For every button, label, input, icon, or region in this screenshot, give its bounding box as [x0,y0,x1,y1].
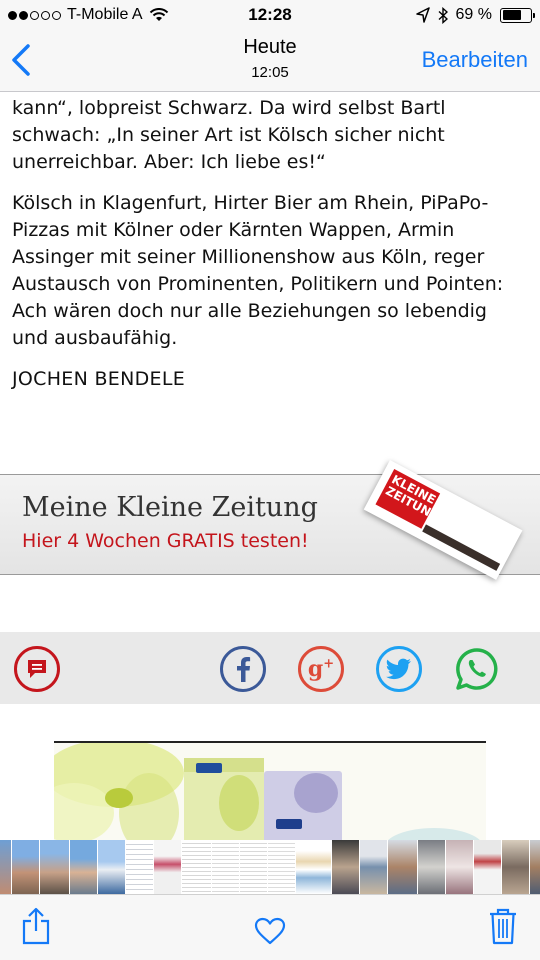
bluetooth-icon [438,6,448,24]
article-author: JOCHEN BENDELE [12,368,186,390]
photo-thumbnail-strip [0,840,540,894]
ad-image [54,743,486,841]
status-bar: T-Mobile A 12:28 69 % [0,0,540,30]
share-icon[interactable] [22,907,50,945]
navigation-bar: Heute 12:05 Bearbeiten [0,30,540,92]
article-content: kann“, lobpreist Schwarz. Da wird selbst… [0,92,540,474]
google-plus-glyph: g+ [307,656,335,682]
edit-button[interactable]: Bearbeiten [422,47,528,73]
promo-subtitle: Hier 4 Wochen GRATIS testen! [22,530,309,552]
photo-thumbnail[interactable] [0,840,12,894]
photo-thumbnail[interactable] [332,840,360,894]
share-bar: g+ [0,632,540,704]
photo-thumbnail[interactable] [360,840,388,894]
photo-thumbnail[interactable] [212,840,240,894]
whatsapp-icon[interactable] [454,646,500,692]
bottom-toolbar [0,894,540,960]
signal-strength-icon [8,10,61,20]
photo-thumbnail[interactable] [240,840,268,894]
google-plus-icon[interactable]: g+ [298,646,344,692]
promo-title: Meine Kleine Zeitung [22,492,318,523]
photo-thumbnail[interactable] [296,840,332,894]
photo-thumbnail[interactable] [530,840,540,894]
photo-thumbnail[interactable] [182,840,212,894]
trash-icon[interactable] [488,907,518,945]
photo-thumbnail[interactable] [40,840,70,894]
wifi-icon [149,8,168,21]
battery-percent: 69 % [455,6,492,23]
article-paragraph: Kölsch in Klagenfurt, Hirter Bier am Rhe… [12,192,504,349]
photo-thumbnail[interactable] [268,840,296,894]
photo-thumbnail[interactable] [98,840,126,894]
carrier-name: T-Mobile A [67,6,143,23]
comment-icon[interactable] [14,646,60,692]
photo-thumbnail[interactable] [446,840,474,894]
photo-thumbnail[interactable] [126,840,154,894]
battery-level [502,10,522,20]
location-arrow-icon [415,7,430,23]
article-paragraph: kann“, lobpreist Schwarz. Da wird selbst… [12,97,446,173]
advertisement[interactable] [54,741,486,841]
photo-thumbnail[interactable] [502,840,530,894]
photo-thumbnail[interactable] [418,840,446,894]
photo-thumbnail[interactable] [70,840,98,894]
facebook-icon[interactable] [220,646,266,692]
photo-thumbnail[interactable] [474,840,502,894]
photo-thumbnail[interactable] [12,840,40,894]
photo-thumbnail[interactable] [154,840,182,894]
heart-icon[interactable] [254,917,286,945]
photo-thumbnail[interactable] [388,840,418,894]
battery-icon [500,7,535,23]
twitter-icon[interactable] [376,646,422,692]
